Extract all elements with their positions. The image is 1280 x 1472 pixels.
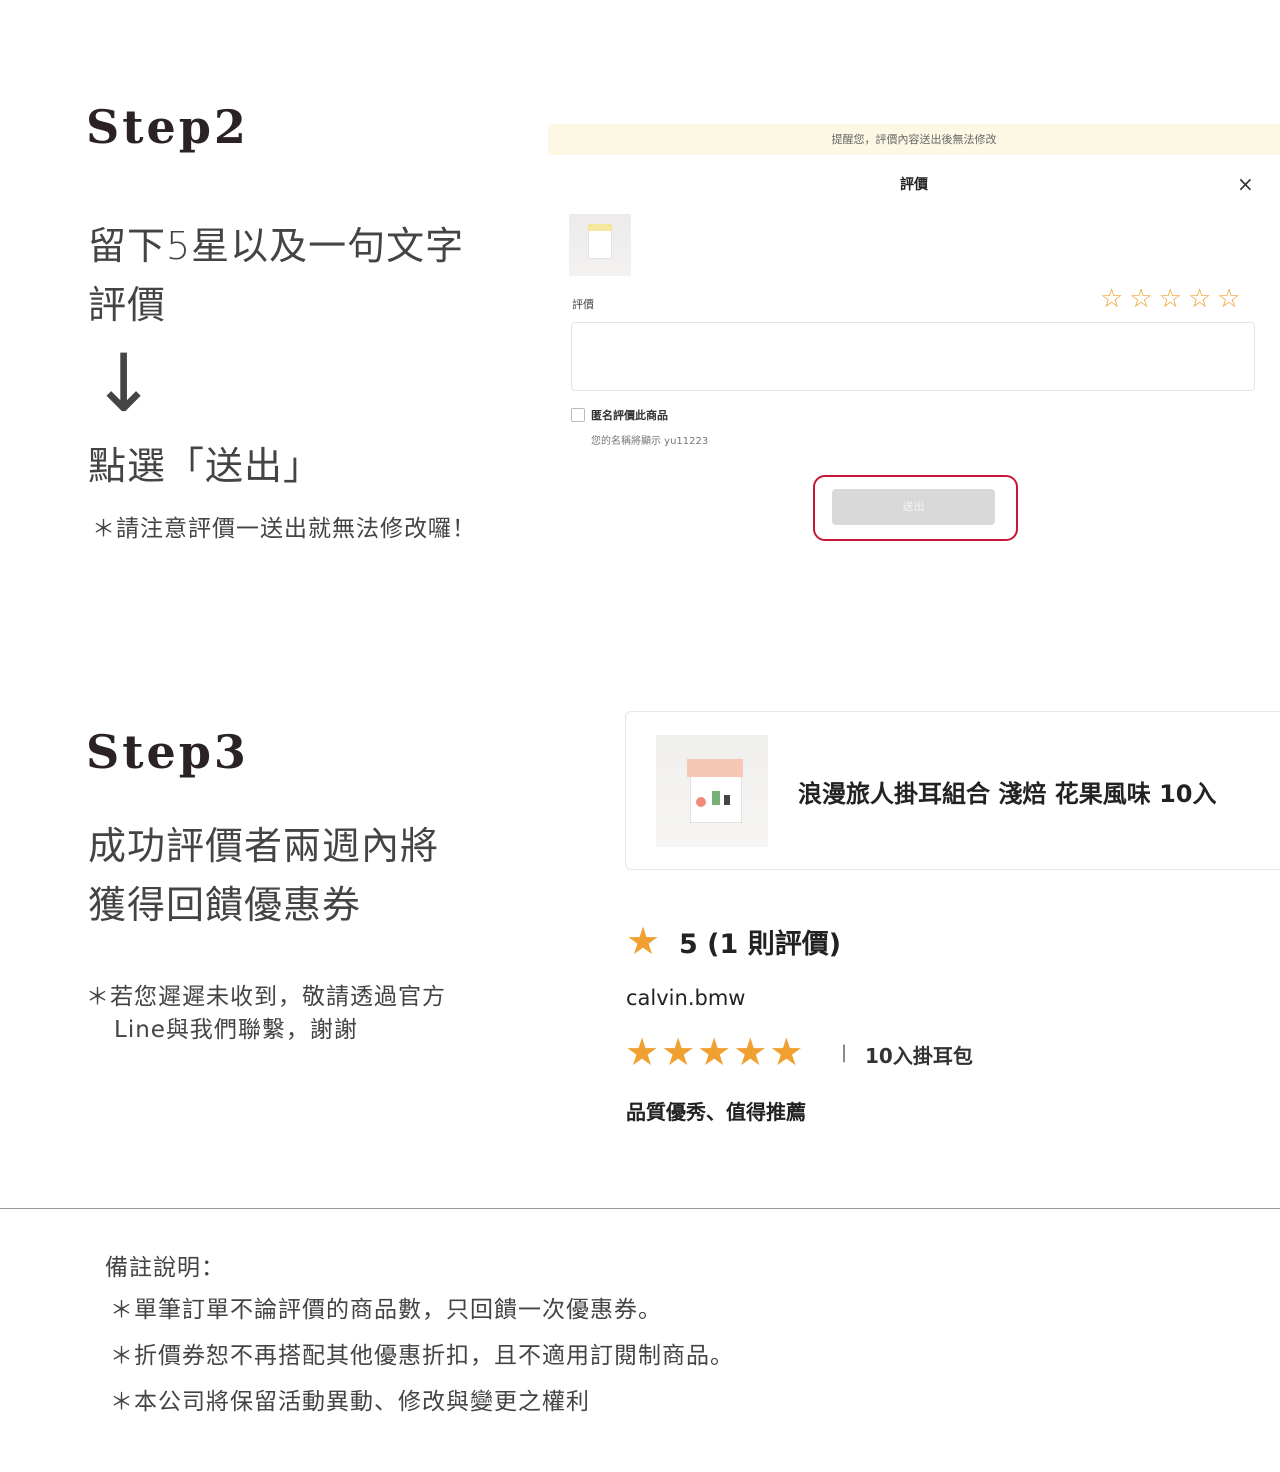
star-outline-icon[interactable]: ☆ (1100, 283, 1123, 315)
product-image (656, 735, 768, 847)
rating-label: 評價 (572, 298, 594, 311)
step2-title: Step2 (86, 100, 249, 154)
star-outline-icon[interactable]: ☆ (1129, 283, 1152, 315)
star-filled-icon: ★ (626, 919, 661, 963)
star-rating-input[interactable]: ☆ ☆ ☆ ☆ ☆ (1100, 283, 1241, 315)
step2-instruction-line1: 留下5星以及一句文字 (88, 224, 465, 268)
remark-item: ＊折價券恕不再搭配其他優惠折扣，且不適用訂閱制商品。 (110, 1343, 734, 1369)
average-rating: 5 (1 則評價) (679, 929, 842, 960)
product-name: 浪漫旅人掛耳組合 淺焙 花果風味 10入 (798, 780, 1217, 808)
star-filled-icon: ★ (625, 1030, 660, 1074)
anonymous-label: 匿名評價此商品 (591, 409, 668, 422)
close-icon[interactable]: × (1237, 172, 1254, 196)
reviewer-name: calvin.bmw (626, 986, 746, 1010)
review-textarea[interactable] (571, 322, 1255, 391)
step3-note-line2: Line與我們聯繫，謝謝 (114, 1017, 358, 1043)
remarks-list: ＊單筆訂單不論評價的商品數，只回饋一次優惠券。 ＊折價券恕不再搭配其他優惠折扣，… (110, 1290, 734, 1428)
step2-instruction-line2: 評價 (88, 283, 167, 327)
star-filled-icon: ★ (733, 1030, 768, 1074)
review-star-rating: ★ ★ ★ ★ ★ (625, 1031, 803, 1073)
reminder-banner: 提醒您，評價內容送出後無法修改 (548, 124, 1280, 155)
section-divider (0, 1208, 1280, 1209)
remarks-title: 備註說明： (105, 1255, 225, 1281)
product-box-illustration (712, 791, 720, 805)
step3-instruction-line2: 獲得回饋優惠券 (88, 883, 362, 927)
modal-title: 評價 (900, 177, 928, 193)
star-outline-icon[interactable]: ☆ (1159, 283, 1182, 315)
step3-note-line1: ＊若您遲遲未收到，敬請透過官方 (86, 984, 446, 1010)
product-box-lid (588, 224, 612, 231)
step2-instruction-line3: 點選「送出」 (88, 444, 323, 488)
remark-item: ＊單筆訂單不論評價的商品數，只回饋一次優惠券。 (110, 1297, 662, 1323)
product-box-illustration (696, 797, 706, 807)
star-filled-icon: ★ (769, 1030, 804, 1074)
down-arrow-icon: ↓ (90, 337, 158, 430)
step3-instruction-line1: 成功評價者兩週內將 (88, 824, 440, 868)
anonymous-checkbox[interactable] (571, 408, 585, 422)
product-thumbnail (569, 214, 631, 276)
star-filled-icon: ★ (661, 1030, 696, 1074)
star-outline-icon[interactable]: ☆ (1188, 283, 1211, 315)
review-text: 品質優秀、值得推薦 (626, 1100, 806, 1124)
separator: | (841, 1042, 848, 1063)
display-name-hint: 您的名稱將顯示 yu11223 (591, 436, 709, 447)
star-filled-icon: ★ (697, 1030, 732, 1074)
step3-title: Step3 (86, 725, 249, 779)
product-box-lid (687, 759, 743, 777)
product-box-illustration (724, 795, 730, 805)
remark-item: ＊本公司將保留活動異動、修改與變更之權利 (110, 1389, 590, 1415)
step2-note: ＊請注意評價一送出就無法修改囉！ (92, 516, 476, 542)
submit-button[interactable]: 送出 (832, 489, 995, 525)
product-variant: 10入掛耳包 (865, 1044, 973, 1068)
product-box-image (588, 227, 612, 259)
star-outline-icon[interactable]: ☆ (1217, 283, 1240, 315)
